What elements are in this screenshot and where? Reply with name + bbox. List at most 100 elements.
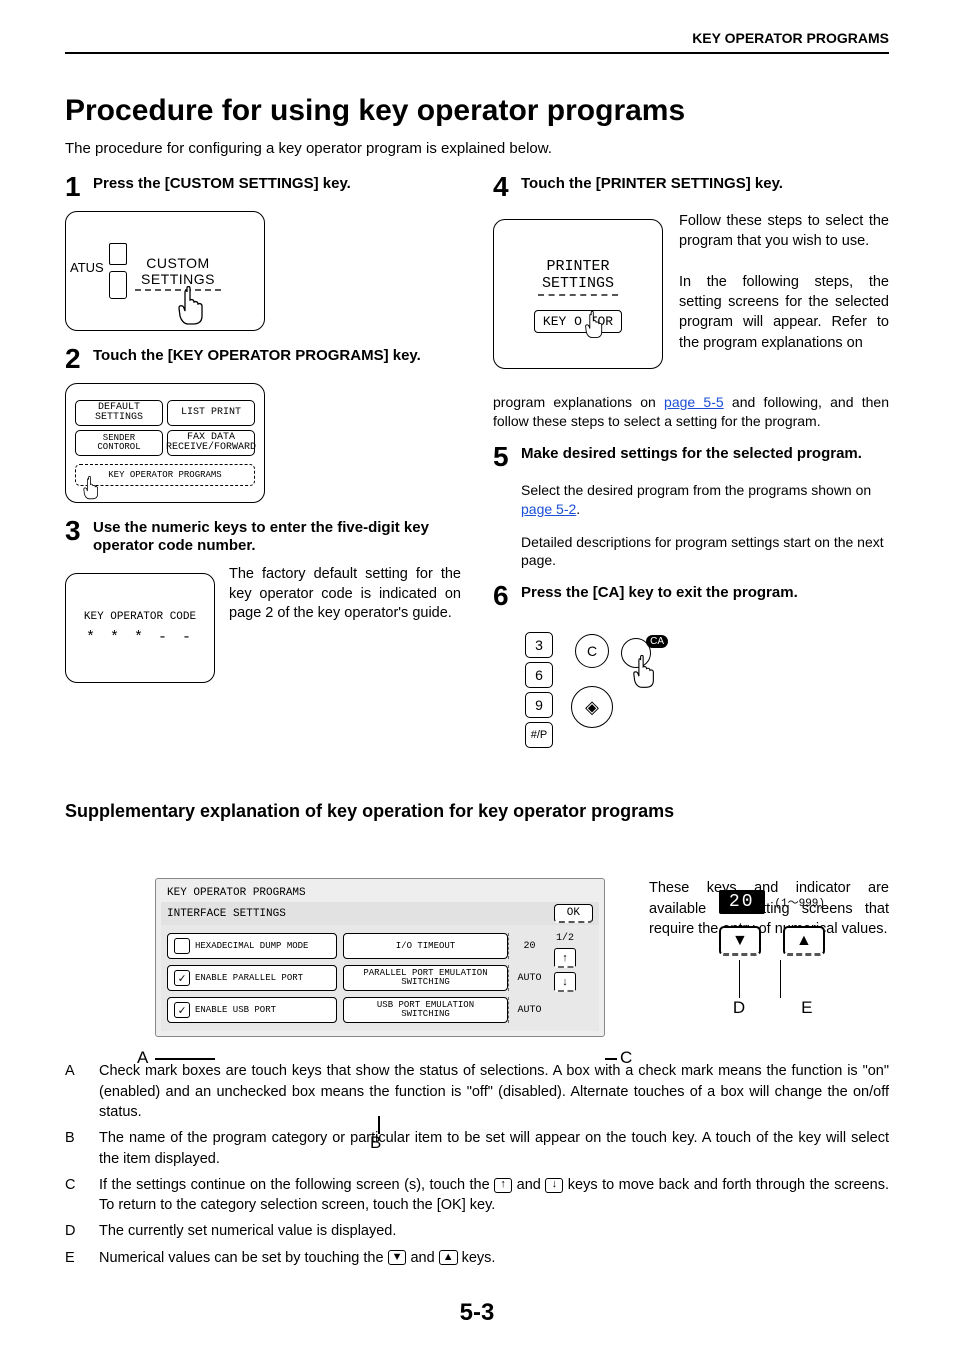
opt-label: ENABLE USB PORT: [195, 1005, 276, 1015]
def-label-D: D: [65, 1221, 81, 1241]
atus-label: ATUS: [70, 260, 104, 275]
page-fraction: 1/2: [556, 933, 574, 944]
key-op-label: KEY OPERATOR PROGRAMS: [108, 471, 221, 480]
panel-title: KEY OPERATOR PROGRAMS: [161, 884, 599, 902]
checkbox-checked-icon: ✓: [174, 1002, 190, 1018]
callout-E: E: [801, 998, 812, 1018]
opt-io-timeout[interactable]: I/O TIMEOUT: [343, 933, 508, 959]
step-4-number: 4: [493, 173, 521, 201]
step-6-title: Press the [CA] key to exit the program.: [521, 584, 889, 602]
up-triangle-key-icon: ▲: [439, 1250, 458, 1265]
def-label-B: B: [65, 1128, 81, 1169]
step-1-number: 1: [65, 173, 93, 201]
diamond-key-icon[interactable]: ◈: [571, 686, 613, 728]
step-4-body-a: Follow these steps to select the program…: [679, 211, 889, 353]
def-text-C: If the settings continue on the followin…: [99, 1175, 889, 1216]
custom-settings-key[interactable]: CUSTOM SETTINGS: [135, 251, 221, 291]
key-operator-code-value: * * * - -: [84, 629, 196, 646]
callout-C: C: [620, 1048, 632, 1068]
key-operator-programs-button[interactable]: KEY OPERATOR PROGRAMS: [75, 464, 255, 486]
default-settings-button[interactable]: DEFAULT SETTINGS: [75, 400, 163, 426]
definitions-list: ACheck mark boxes are touch keys that sh…: [65, 1061, 889, 1268]
hand-pointer-icon: [174, 286, 208, 326]
right-column: 4 Touch the [PRINTER SETTINGS] key. PRIN…: [493, 175, 889, 776]
step-5-body-2: Detailed descriptions for program settin…: [521, 533, 889, 571]
val-par: AUTO: [508, 965, 544, 991]
callout-line-C: [605, 1058, 617, 1060]
callout-A: A: [137, 1048, 148, 1068]
step-3-body: The factory default setting for the key …: [229, 565, 461, 624]
opt-label: ENABLE PARALLEL PORT: [195, 973, 303, 983]
callout-B: B: [370, 1133, 381, 1153]
checkbox-checked-icon: ✓: [174, 970, 190, 986]
c-label: C: [587, 643, 597, 659]
opt-hex-dump[interactable]: HEXADECIMAL DUMP MODE: [167, 933, 337, 959]
figure-custom-settings: ATUS CUSTOM SETTINGS: [65, 211, 265, 331]
fax-data-button[interactable]: FAX DATA RECEIVE/FORWARD: [167, 430, 255, 456]
step-2-title: Touch the [KEY OPERATOR PROGRAMS] key.: [93, 347, 461, 365]
header-title: KEY OPERATOR PROGRAMS: [65, 30, 889, 46]
diamond-icon: ◈: [585, 697, 599, 718]
panel-subtitle: INTERFACE SETTINGS: [167, 908, 286, 920]
callout-D: D: [733, 998, 745, 1018]
numkey-9[interactable]: 9: [525, 692, 553, 718]
value-down-button[interactable]: ▼: [719, 926, 761, 956]
opt-enable-usb[interactable]: ✓ ENABLE USB PORT: [167, 997, 337, 1023]
step-4-title: Touch the [PRINTER SETTINGS] key.: [521, 175, 889, 193]
val-io: 20: [508, 933, 544, 959]
scroll-down-button[interactable]: ↓: [554, 972, 576, 992]
scroll-up-button[interactable]: ↑: [554, 948, 576, 968]
callout-line-D: [739, 960, 740, 998]
opt-parallel-emulation[interactable]: PARALLEL PORT EMULATION SWITCHING: [343, 965, 508, 991]
step-5-body-1: Select the desired program from the prog…: [521, 481, 889, 519]
opt-enable-parallel[interactable]: ✓ ENABLE PARALLEL PORT: [167, 965, 337, 991]
callout-line-A: [155, 1058, 215, 1060]
current-value-display: 20: [719, 890, 765, 914]
numkey-6[interactable]: 6: [525, 662, 553, 688]
step-5-number: 5: [493, 443, 521, 471]
printer-settings-key[interactable]: PRINTER SETTINGS: [538, 256, 618, 296]
checkbox-icon: [174, 938, 190, 954]
hand-pointer-icon: [582, 311, 606, 339]
c-key-icon[interactable]: C: [575, 634, 609, 668]
settings-screen-panel: KEY OPERATOR PROGRAMS INTERFACE SETTINGS…: [155, 878, 605, 1037]
step-2-number: 2: [65, 345, 93, 373]
opt-label: HEXADECIMAL DUMP MODE: [195, 941, 308, 951]
page-title: Procedure for using key operator program…: [65, 94, 889, 128]
up-arrow-key-icon: ↑: [494, 1178, 512, 1193]
page-number: 5-3: [0, 1299, 954, 1327]
mini-box-icon: [109, 243, 127, 265]
step-5-title: Make desired settings for the selected p…: [521, 445, 889, 463]
key-operator-button-cut[interactable]: KEY O TOR: [534, 310, 622, 333]
ca-badge: CA: [646, 635, 668, 648]
step-1-title: Press the [CUSTOM SETTINGS] key.: [93, 175, 461, 193]
step-6-number: 6: [493, 582, 521, 610]
numkey-3[interactable]: 3: [525, 632, 553, 658]
left-column: 1 Press the [CUSTOM SETTINGS] key. ATUS …: [65, 175, 461, 776]
page-5-5-link[interactable]: page 5-5: [664, 394, 724, 410]
down-triangle-key-icon: ▼: [388, 1250, 407, 1265]
figure-key-operator-menu: DEFAULT SETTINGS LIST PRINT SENDER CONTO…: [65, 383, 265, 503]
def-label-C: C: [65, 1175, 81, 1216]
opt-usb-emulation[interactable]: USB PORT EMULATION SWITCHING: [343, 997, 508, 1023]
key-operator-code-label: KEY OPERATOR CODE: [84, 611, 196, 623]
sender-control-button[interactable]: SENDER CONTOROL: [75, 430, 163, 456]
step-3-number: 3: [65, 517, 93, 545]
def-label-A: A: [65, 1061, 81, 1122]
ok-button[interactable]: OK: [554, 904, 593, 923]
step-4-body-b: program explanations on page 5-5 and fol…: [493, 393, 889, 431]
figure-key-operator-code: KEY OPERATOR CODE * * * - -: [65, 573, 215, 683]
down-arrow-key-icon: ↓: [545, 1178, 563, 1193]
hand-pointer-icon: [81, 471, 101, 506]
def-label-E: E: [65, 1248, 81, 1268]
def-text-B: The name of the program category or part…: [99, 1128, 889, 1169]
figure-ca-key: 3 6 9 #/P C ◈ CA: [493, 620, 683, 760]
supplementary-row: These keys and indicator are available o…: [65, 878, 889, 1037]
page-5-2-link[interactable]: page 5-2: [521, 501, 576, 517]
list-print-button[interactable]: LIST PRINT: [167, 400, 255, 426]
value-range: (1～999): [774, 898, 825, 910]
header-rule: [65, 52, 889, 54]
numkey-hash-p[interactable]: #/P: [525, 722, 553, 748]
callout-line-B: [378, 1116, 380, 1134]
value-up-button[interactable]: ▲: [783, 926, 825, 956]
